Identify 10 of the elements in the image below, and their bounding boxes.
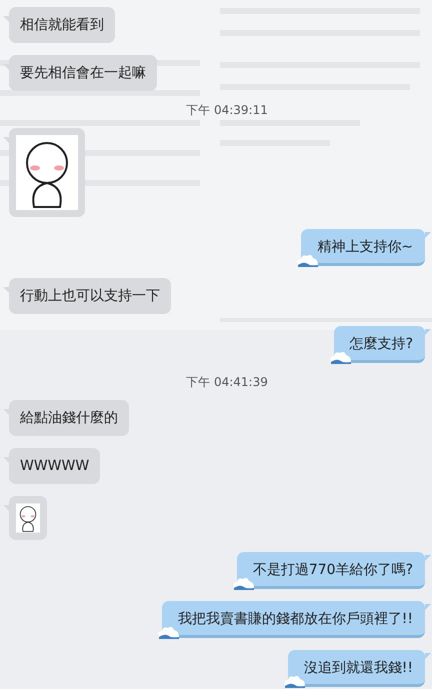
cloud-icon (282, 674, 307, 688)
message-text: WWWWW (20, 458, 90, 474)
timestamp: 下午 04:41:39 (185, 374, 269, 391)
message-text: 我把我賣書賺的錢都放在你戶頭裡了!! (178, 611, 413, 627)
message-text: 不是打過770羊給你了嗎? (252, 562, 413, 578)
message-text: 怎麼支持? (350, 336, 413, 352)
cloud-icon (232, 576, 256, 590)
message-text: 給點油錢什麼的 (20, 410, 118, 426)
cloud-icon (156, 625, 181, 639)
message-text: 沒追到就還我錢!! (304, 660, 413, 676)
